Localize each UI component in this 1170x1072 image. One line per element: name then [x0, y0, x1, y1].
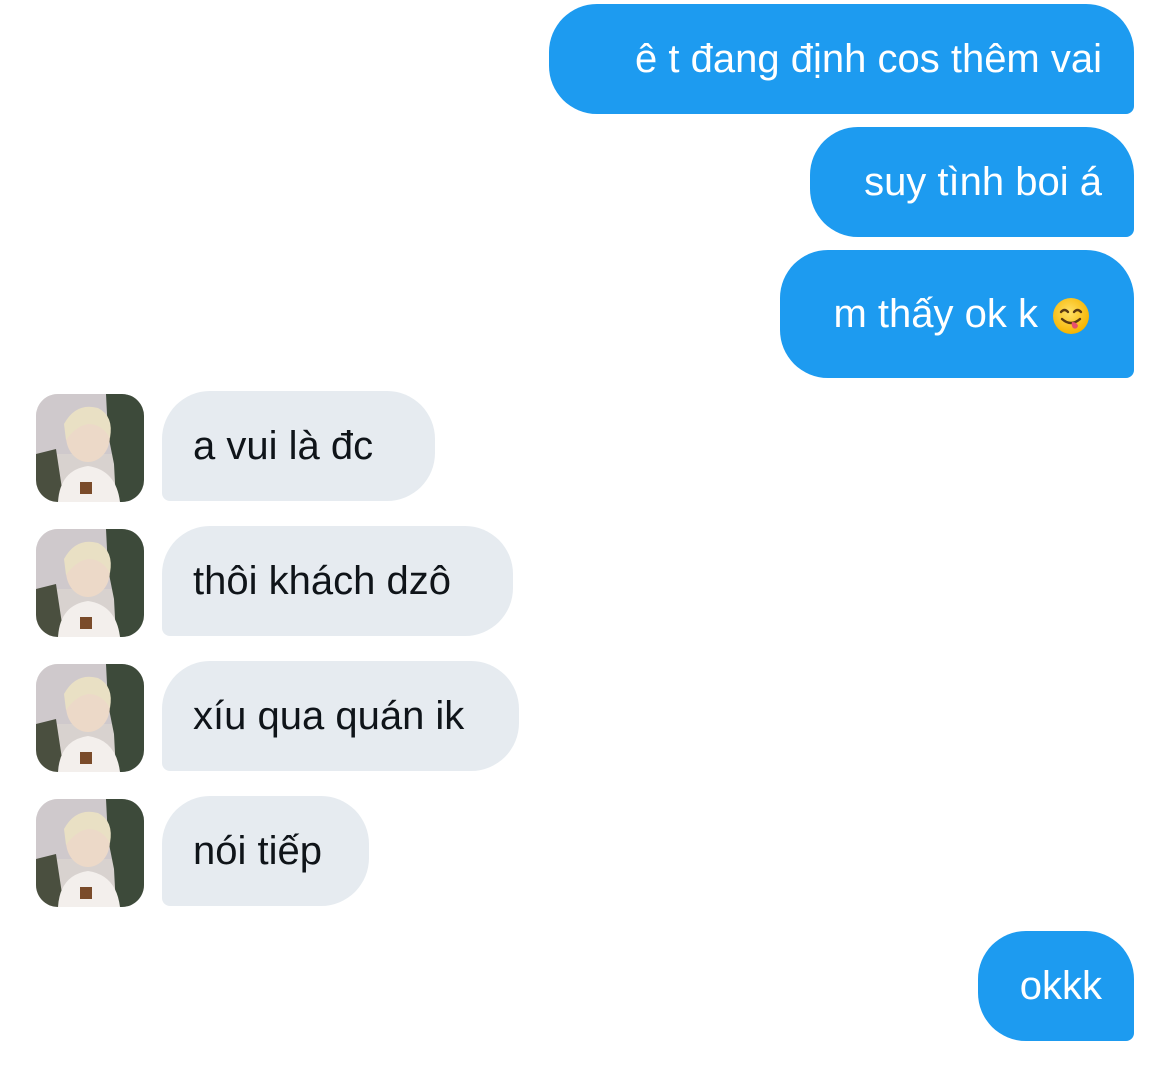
avatar[interactable] [36, 664, 144, 772]
outgoing-message-bubble[interactable]: suy tình boi á [810, 127, 1134, 237]
incoming-message-bubble[interactable]: a vui là đc [162, 391, 435, 501]
face-savoring-food-emoji [1052, 297, 1090, 335]
message-text: thôi khách dzô [193, 559, 451, 603]
message-text: nói tiếp [193, 829, 322, 873]
message-text: okkk [1019, 964, 1102, 1008]
message-text: ê t đang định cos thêm vai [635, 37, 1102, 81]
incoming-message-bubble[interactable]: thôi khách dzô [162, 526, 513, 636]
avatar[interactable] [36, 394, 144, 502]
avatar[interactable] [36, 799, 144, 907]
avatar[interactable] [36, 529, 144, 637]
message-text: a vui là đc [193, 424, 374, 468]
incoming-message-bubble[interactable]: xíu qua quán ik [162, 661, 519, 771]
outgoing-message-bubble[interactable]: ê t đang định cos thêm vai [549, 4, 1134, 114]
outgoing-message-bubble[interactable]: okkk [978, 931, 1134, 1041]
message-text: suy tình boi á [864, 160, 1102, 204]
message-text: m thấy ok k [833, 292, 1038, 336]
outgoing-message-bubble[interactable]: m thấy ok k [780, 250, 1134, 378]
message-text: xíu qua quán ik [193, 694, 465, 738]
incoming-message-bubble[interactable]: nói tiếp [162, 796, 369, 906]
